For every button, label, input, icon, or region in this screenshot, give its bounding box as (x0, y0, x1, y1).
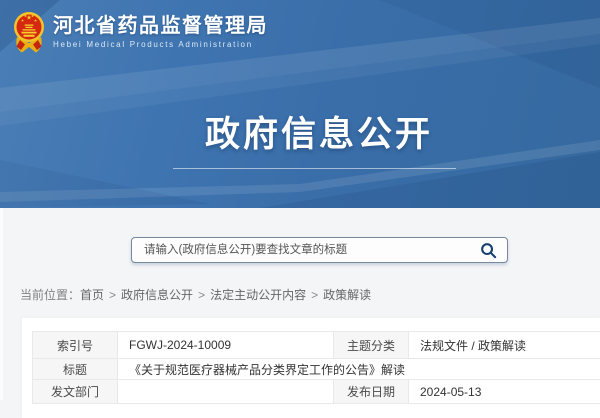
banner-title: 政府信息公开 (205, 117, 433, 152)
page: { "header": { "emblem_icon": "china-nati… (0, 0, 600, 400)
breadcrumb-item-policy-interpretation: 政策解读 (323, 288, 371, 302)
site-logo: 河北省药品监督管理局 Hebei Medical Products Admini… (13, 10, 268, 54)
org-names: 河北省药品监督管理局 Hebei Medical Products Admini… (53, 10, 268, 49)
topic-category-label: 主题分类 (334, 332, 409, 359)
doc-title-label: 标题 (33, 359, 118, 380)
index-number-value: FGWJ-2024-10009 (118, 332, 334, 359)
topic-category-value: 法规文件 / 政策解读 (409, 332, 600, 359)
search-input[interactable] (132, 238, 507, 262)
org-name-en: Hebei Medical Products Administration (53, 41, 268, 49)
breadcrumb-separator: > (193, 288, 210, 302)
breadcrumb-prefix: 当前位置： (20, 288, 80, 302)
banner-underline (173, 168, 456, 169)
breadcrumb-item-gov-info[interactable]: 政府信息公开 (121, 288, 193, 302)
breadcrumb-separator: > (104, 288, 121, 302)
search-icon (480, 242, 497, 259)
doc-title-value: 《关于规范医疗器械产品分类界定工作的公告》解读 (118, 359, 600, 380)
china-national-emblem-icon (13, 10, 45, 54)
page-left-edge (0, 208, 3, 400)
banner-title-wrap: 政府信息公开 (0, 117, 600, 152)
table-row-index: 索引号 FGWJ-2024-10009 主题分类 法规文件 / 政策解读 (33, 332, 600, 359)
breadcrumb-item-statutory-disclosure[interactable]: 法定主动公开内容 (210, 288, 306, 302)
document-info-table: 索引号 FGWJ-2024-10009 主题分类 法规文件 / 政策解读 标题 … (32, 331, 600, 404)
search-button[interactable] (477, 241, 499, 259)
breadcrumb-separator: > (306, 288, 323, 302)
search-box (131, 237, 508, 263)
hero-banner: 河北省药品监督管理局 Hebei Medical Products Admini… (0, 0, 600, 208)
breadcrumb: 当前位置：首页>政府信息公开>法定主动公开内容>政策解读 (20, 286, 371, 303)
table-row-title: 标题 《关于规范医疗器械产品分类界定工作的公告》解读 (33, 359, 600, 380)
breadcrumb-item-home[interactable]: 首页 (80, 288, 104, 302)
index-number-label: 索引号 (33, 332, 118, 359)
org-name-cn: 河北省药品监督管理局 (53, 15, 268, 37)
document-card: 索引号 FGWJ-2024-10009 主题分类 法规文件 / 政策解读 标题 … (22, 318, 600, 418)
